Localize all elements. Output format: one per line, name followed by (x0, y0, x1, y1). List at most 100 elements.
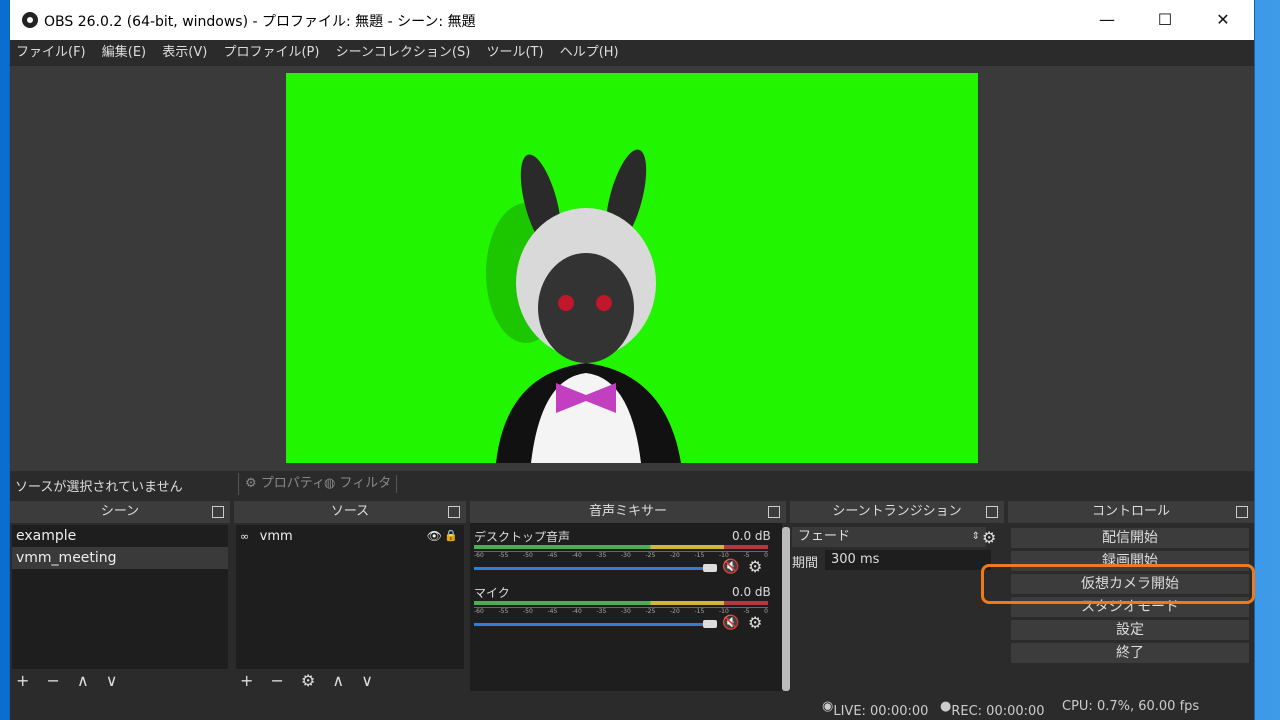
source-item-vmm[interactable]: ∞ vmm 👁 🔒 (236, 525, 464, 547)
meter-tick-label: -35 (596, 608, 607, 615)
scenes-list[interactable]: example vmm_meeting (12, 525, 228, 669)
volume-slider-handle[interactable] (703, 564, 717, 572)
meter-tick-label: -15 (694, 552, 705, 559)
window-title: OBS 26.0.2 (64-bit, windows) - プロファイル: 無… (44, 14, 476, 30)
eye-icon[interactable]: 👁 (427, 525, 442, 547)
menu-profile[interactable]: プロファイル(P) (217, 40, 325, 66)
mixer-panel: デスクトップ音声 0.0 dB -60 -55 -50 -45 -40 -35 -30 -25… (470, 523, 782, 691)
scene-item-vmm-meeting[interactable]: vmm_meeting (12, 547, 228, 569)
meter-tick-label: -40 (572, 608, 582, 615)
float-icon[interactable] (986, 506, 998, 518)
gear-icon[interactable]: ⚙ (748, 613, 762, 632)
obs-logo-icon (22, 12, 38, 28)
meter-tick-label: -55 (498, 608, 509, 615)
sources-header: ソース (234, 501, 466, 523)
chevron-updown-icon: ⇕ (971, 531, 980, 542)
meter-tick-label: -30 (621, 552, 631, 559)
source-name: vmm (259, 529, 293, 544)
preview-canvas[interactable] (286, 73, 978, 463)
volume-slider[interactable] (474, 567, 706, 570)
channel-name-desktop: デスクトップ音声 (474, 530, 571, 544)
meter-tick-label: -30 (621, 608, 631, 615)
rec-time: REC: 00:00:00 (951, 704, 1045, 719)
obs-window: OBS 26.0.2 (64-bit, windows) - プロファイル: 無… (10, 0, 1254, 720)
sources-toolbar[interactable]: + − ⚙ ∧ ∨ (240, 671, 379, 690)
menu-view[interactable]: 表示(V) (156, 40, 213, 66)
meter-tick-label: 0 (764, 608, 768, 615)
scenes-title: シーン (100, 504, 140, 519)
scenes-header: シーン (10, 501, 230, 523)
float-icon[interactable] (212, 506, 224, 518)
avatar-image (486, 149, 681, 463)
menu-help[interactable]: ヘルプ(H) (554, 40, 625, 66)
no-source-selected-label: ソースが選択されていません (15, 480, 183, 495)
meter-tick-label: -15 (694, 608, 705, 615)
exit-button[interactable]: 終了 (1011, 643, 1249, 663)
status-bar: ◉ LIVE: 00:00:00 ● REC: 00:00:00 CPU: 0.… (10, 694, 1254, 720)
meter-tick-label: -25 (645, 552, 656, 559)
mute-icon[interactable]: 🔇 (722, 615, 739, 631)
meter-tick-label: -45 (547, 552, 558, 559)
scenes-dock: シーン example vmm_meeting + − ∧ ∨ (10, 501, 230, 693)
meter-tick-label: -20 (670, 552, 680, 559)
minimize-button[interactable]: — (1078, 0, 1136, 40)
duration-input[interactable]: 300 ms (825, 550, 991, 570)
live-time: LIVE: 00:00:00 (833, 704, 929, 719)
highlight-annotation (981, 564, 1255, 604)
controls-header: コントロール (1008, 501, 1254, 523)
controls-title: コントロール (1091, 504, 1170, 519)
sources-list[interactable]: ∞ vmm 👁 🔒 (236, 525, 464, 669)
channel-db-mic: 0.0 dB (732, 585, 771, 599)
meter-tick-label: -45 (547, 608, 558, 615)
scene-item-example[interactable]: example (12, 525, 228, 547)
meter-tick-label: 0 (764, 552, 768, 559)
duration-label: 期間 (792, 556, 819, 571)
meter-tick-label: -40 (572, 552, 582, 559)
float-icon[interactable] (1236, 506, 1248, 518)
menu-bar: ファイル(F) 編集(E) 表示(V) プロファイル(P) シーンコレクション(… (10, 40, 1254, 66)
volume-slider[interactable] (474, 623, 706, 626)
live-status: ◉ LIVE: 00:00:00 (822, 699, 929, 719)
lock-icon[interactable]: 🔒 (444, 525, 458, 547)
channel-db-desktop: 0.0 dB (732, 529, 771, 543)
sources-dock: ソース ∞ vmm 👁 🔒 + − ⚙ ∧ ∨ (234, 501, 466, 693)
cpu-status: CPU: 0.7%, 60.00 fps (1062, 699, 1200, 714)
meter-tick-label: -25 (645, 608, 656, 615)
gear-icon[interactable]: ⚙ (982, 528, 996, 547)
meter-tick-label: -20 (670, 608, 680, 615)
preview-area (10, 66, 1254, 470)
menu-scene-collection[interactable]: シーンコレクション(S) (330, 40, 477, 66)
start-streaming-button[interactable]: 配信開始 (1011, 528, 1249, 548)
link-icon: ∞ (240, 530, 250, 543)
mute-icon[interactable]: 🔇 (722, 559, 739, 575)
menu-edit[interactable]: 編集(E) (96, 40, 152, 66)
volume-slider-handle[interactable] (703, 620, 717, 628)
filters-button[interactable]: ◍ フィルタ (324, 473, 391, 495)
transition-type: フェード (798, 529, 851, 544)
filters-label: フィルタ (339, 476, 392, 491)
float-icon[interactable] (448, 506, 460, 518)
scenes-toolbar[interactable]: + − ∧ ∨ (16, 671, 124, 690)
transitions-title: シーントランジション (832, 504, 962, 519)
float-icon[interactable] (768, 506, 780, 518)
meter-tick-label: -60 (474, 608, 484, 615)
sources-title: ソース (330, 504, 370, 519)
settings-button[interactable]: 設定 (1011, 620, 1249, 640)
close-button[interactable]: ✕ (1194, 0, 1252, 40)
gear-icon[interactable]: ⚙ (748, 557, 762, 576)
maximize-button[interactable]: ☐ (1136, 0, 1194, 40)
menu-file[interactable]: ファイル(F) (10, 40, 92, 66)
mixer-scrollbar[interactable] (782, 527, 790, 691)
mixer-title: 音声ミキサー (588, 504, 667, 519)
source-toolbar: ソースが選択されていません ⚙ プロパティ ◍ フィルタ (10, 470, 1254, 497)
properties-button[interactable]: ⚙ プロパティ (238, 473, 325, 495)
meter-tick-label: -60 (474, 552, 484, 559)
mixer-header: 音声ミキサー (470, 501, 786, 523)
volume-meter (474, 545, 768, 549)
transition-select[interactable]: フェード ⇕ (792, 527, 986, 547)
meter-tick-label: -35 (596, 552, 607, 559)
properties-label: プロパティ (260, 476, 326, 491)
menu-tools[interactable]: ツール(T) (480, 40, 549, 66)
transitions-header: シーントランジション (790, 501, 1004, 523)
meter-tick-label: -55 (498, 552, 509, 559)
